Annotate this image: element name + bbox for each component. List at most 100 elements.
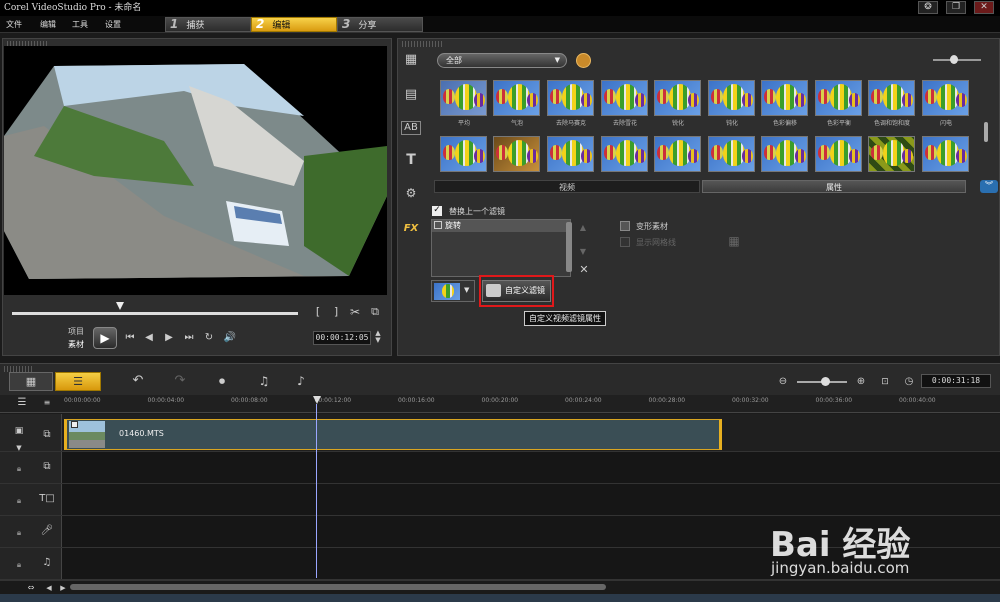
step-edit[interactable]: 2 编辑 xyxy=(251,17,337,32)
prev-frame-icon[interactable]: ◀ xyxy=(142,331,156,345)
filter-thumbnail[interactable] xyxy=(547,80,594,116)
filter-thumbnail[interactable] xyxy=(493,136,540,172)
filter-thumbnail[interactable] xyxy=(547,136,594,172)
chevron-down-icon[interactable]: ▼ xyxy=(14,441,24,455)
transition-icon[interactable]: ▤ xyxy=(401,88,421,102)
home-icon[interactable]: ⏮ xyxy=(123,331,137,345)
menu-tools[interactable]: 工具 xyxy=(72,16,88,33)
help-icon[interactable]: ❂ xyxy=(918,1,938,14)
applied-filter-list[interactable]: 旋转 xyxy=(431,219,571,277)
mark-in-icon[interactable]: [ xyxy=(312,305,324,319)
filter-thumbnail[interactable] xyxy=(815,136,862,172)
filter-thumbnail[interactable] xyxy=(922,136,969,172)
replace-filter-checkbox[interactable]: ✓ xyxy=(432,206,442,216)
tab-attributes[interactable]: 属性 xyxy=(702,180,966,193)
play-button[interactable]: ▶ xyxy=(93,327,117,349)
filter-thumbnail[interactable] xyxy=(654,136,701,172)
title-track[interactable] xyxy=(0,484,1000,516)
media-icon[interactable]: ▦ xyxy=(401,53,421,67)
filter-thumbnail[interactable] xyxy=(761,136,808,172)
zoom-preview-icon[interactable]: ⧉ xyxy=(368,305,382,319)
lock-icon[interactable]: 🔒︎ xyxy=(14,494,24,508)
panel-grip[interactable] xyxy=(402,41,442,47)
lock-icon[interactable]: 🔒︎ xyxy=(14,462,24,476)
lock-icon[interactable]: 🔒︎ xyxy=(14,526,24,540)
filter-thumbnail[interactable] xyxy=(601,136,648,172)
record-capture-icon[interactable]: ⏺ xyxy=(212,374,232,388)
menu-file[interactable]: 文件 xyxy=(6,16,22,33)
track-manager-icon[interactable]: ☰ xyxy=(14,396,30,410)
browse-icon[interactable] xyxy=(576,53,591,68)
player-timecode[interactable]: 00:00:12:05 xyxy=(313,331,371,345)
restore-button[interactable]: ❐ xyxy=(946,1,966,14)
filter-thumbnail[interactable] xyxy=(708,136,755,172)
fit-icon[interactable]: ⇔ xyxy=(24,581,38,595)
track-visibility-icon[interactable]: ▣ xyxy=(12,424,26,438)
video-clip[interactable]: 01460.MTS xyxy=(64,419,722,450)
library-scrollbar[interactable] xyxy=(984,122,988,142)
playhead-line[interactable] xyxy=(316,404,317,578)
scroll-left-icon[interactable]: ◀ xyxy=(44,581,54,595)
move-up-icon[interactable]: ▲ xyxy=(578,221,588,235)
timeline-scrollbar[interactable] xyxy=(70,584,606,590)
fx-filter-icon[interactable]: FX xyxy=(401,222,421,236)
repeat-icon[interactable]: ↻ xyxy=(202,331,216,345)
expand-options-icon[interactable]: ︾ xyxy=(980,180,998,193)
graphics-icon[interactable]: ⚙ xyxy=(401,186,421,200)
zoom-out-icon[interactable]: ⊖ xyxy=(777,375,789,389)
filter-thumbnail[interactable] xyxy=(493,80,540,116)
scroll-right-icon[interactable]: ▶ xyxy=(58,581,68,595)
undo-icon[interactable]: ↶ xyxy=(130,374,146,388)
next-frame-icon[interactable]: ▶ xyxy=(162,331,176,345)
fit-project-icon[interactable]: ⊡ xyxy=(878,375,892,389)
filter-thumbnail[interactable] xyxy=(440,80,487,116)
lock-icon[interactable]: 🔒︎ xyxy=(14,558,24,572)
filter-thumbnail[interactable] xyxy=(868,136,915,172)
text-icon[interactable]: T xyxy=(401,153,421,167)
redo-icon[interactable]: ↷ xyxy=(172,374,188,388)
filter-list-scrollbar[interactable] xyxy=(566,222,572,272)
filter-thumbnail[interactable] xyxy=(440,136,487,172)
project-mode-label[interactable]: 项目 xyxy=(68,326,84,337)
deform-checkbox[interactable] xyxy=(620,221,630,231)
custom-filter-button[interactable]: 自定义滤镜 xyxy=(482,280,551,302)
filter-thumbnail[interactable] xyxy=(868,80,915,116)
category-dropdown[interactable]: 全部 ▼ xyxy=(437,53,567,68)
storyboard-view-button[interactable]: ▦ xyxy=(9,372,53,391)
clip-mode-label[interactable]: 素材 xyxy=(68,339,84,350)
scrub-handle[interactable] xyxy=(116,302,124,310)
filter-thumbnail[interactable] xyxy=(654,80,701,116)
auto-music-icon[interactable]: ♪ xyxy=(292,374,310,388)
cut-icon[interactable]: ✂ xyxy=(348,305,362,319)
close-button[interactable]: ✕ xyxy=(974,1,994,14)
thumbnail-size-handle[interactable] xyxy=(950,55,958,64)
grid-options-icon[interactable]: ▦ xyxy=(725,234,743,248)
audio-mixer-icon[interactable]: ♫ xyxy=(255,374,273,388)
delete-filter-icon[interactable]: ✕ xyxy=(578,263,590,277)
mark-out-icon[interactable]: ] xyxy=(330,305,342,319)
tab-video[interactable]: 视频 xyxy=(434,180,700,193)
timecode-spinner[interactable]: ▲ ▼ xyxy=(373,330,383,344)
playhead-marker[interactable] xyxy=(313,396,321,404)
zoom-handle[interactable] xyxy=(821,377,830,386)
end-icon[interactable]: ⏭ xyxy=(182,331,196,345)
title-icon[interactable]: AB xyxy=(401,121,421,135)
move-down-icon[interactable]: ▼ xyxy=(578,245,588,259)
filter-thumbnail[interactable] xyxy=(708,80,755,116)
grid-checkbox[interactable] xyxy=(620,237,630,247)
overlay-track[interactable] xyxy=(0,452,1000,484)
menu-settings[interactable]: 设置 xyxy=(105,16,121,33)
list-item[interactable]: 旋转 xyxy=(432,220,570,232)
volume-icon[interactable]: 🔊 xyxy=(222,331,238,345)
menu-edit[interactable]: 编辑 xyxy=(40,16,56,33)
filter-thumbnail[interactable] xyxy=(922,80,969,116)
step-share[interactable]: 3 分享 xyxy=(337,17,423,32)
step-capture[interactable]: 1 捕获 xyxy=(165,17,251,32)
filter-preset-dropdown[interactable]: ▼ xyxy=(431,280,475,302)
scrub-bar[interactable] xyxy=(12,312,298,315)
zoom-in-icon[interactable]: ⊕ xyxy=(855,375,867,389)
filter-thumbnail[interactable] xyxy=(761,80,808,116)
filter-thumbnail[interactable] xyxy=(601,80,648,116)
timeline-view-button[interactable]: ☰ xyxy=(55,372,101,391)
filter-thumbnail[interactable] xyxy=(815,80,862,116)
